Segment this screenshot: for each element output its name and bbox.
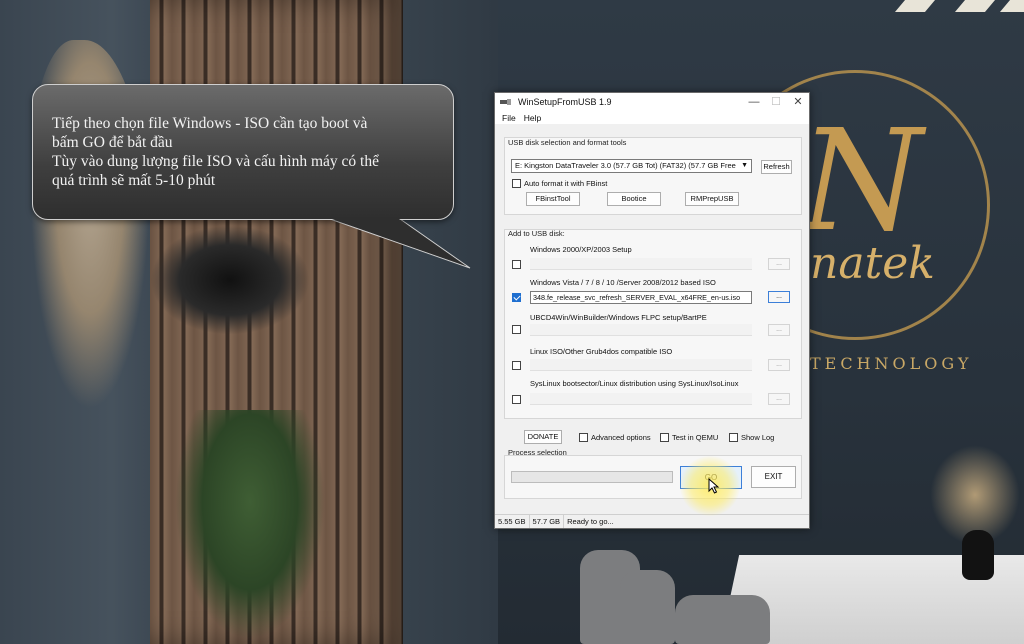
status-message: Ready to go...	[567, 517, 614, 526]
progress-bar	[511, 471, 673, 483]
callout-line: quá trình sẽ mất 5-10 phút	[52, 172, 216, 189]
window-title: WinSetupFromUSB 1.9	[518, 97, 612, 107]
auto-format-label: Auto format it with FBinst	[524, 179, 608, 188]
process-group-label: Process selection	[508, 448, 567, 457]
status-bar: 5.55 GB 57.7 GB Ready to go...	[495, 514, 809, 528]
source-path-vista-iso[interactable]: 348.fe_release_svc_refresh_SERVER_EVAL_x…	[530, 291, 752, 304]
callout-line: bấm GO để bắt đầu	[52, 134, 173, 151]
source-checkbox-vista-iso[interactable]	[512, 293, 521, 302]
mouse-pointer-icon	[708, 478, 720, 494]
source-checkbox-syslinux[interactable]	[512, 395, 521, 404]
source-checkbox-linux-iso[interactable]	[512, 361, 521, 370]
callout-text: Tiếp theo chọn file Windows - ISO cần tạ…	[52, 114, 432, 190]
test-qemu-label: Test in QEMU	[672, 433, 719, 442]
browse-button-syslinux[interactable]: ...	[768, 393, 790, 405]
source-label-linux-iso: Linux ISO/Other Grub4dos compatible ISO	[530, 347, 673, 356]
usb-group-label: USB disk selection and format tools	[508, 138, 627, 147]
source-label-syslinux: SysLinux bootsector/Linux distribution u…	[530, 379, 739, 388]
status-used-size: 5.55 GB	[495, 515, 530, 528]
winsetupfromusb-window: WinSetupFromUSB 1.9 — ☐ ✕ File Help USB …	[494, 92, 810, 529]
chevron-down-icon: ▼	[741, 162, 748, 169]
source-checkbox-ubcd[interactable]	[512, 325, 521, 334]
exit-button[interactable]: EXIT	[751, 466, 796, 488]
callout-line: Tùy vào dung lượng file ISO và cấu hình …	[52, 153, 379, 170]
status-total-size: 57.7 GB	[530, 515, 565, 528]
title-bar[interactable]: WinSetupFromUSB 1.9 — ☐ ✕	[495, 93, 809, 111]
usb-app-icon	[500, 99, 511, 105]
fbinsttool-button[interactable]: FBinstTool	[526, 192, 580, 206]
refresh-button[interactable]: Refresh	[761, 160, 792, 174]
bootice-button[interactable]: Bootice	[607, 192, 661, 206]
browse-button-vista-iso[interactable]: ...	[768, 291, 790, 303]
test-qemu-checkbox[interactable]	[660, 433, 669, 442]
source-label-vista-iso: Windows Vista / 7 / 8 / 10 /Server 2008/…	[530, 278, 716, 287]
add-group-label: Add to USB disk:	[508, 229, 565, 238]
source-path-linux-iso[interactable]	[530, 359, 752, 371]
close-icon[interactable]: ✕	[787, 93, 809, 111]
browse-button-linux-iso[interactable]: ...	[768, 359, 790, 371]
rmprepusb-button[interactable]: RMPrepUSB	[685, 192, 739, 206]
source-label-ubcd: UBCD4Win/WinBuilder/Windows FLPC setup/B…	[530, 313, 707, 322]
source-path-syslinux[interactable]	[530, 393, 752, 405]
auto-format-checkbox[interactable]	[512, 179, 521, 188]
menu-help[interactable]: Help	[524, 113, 541, 123]
maximize-icon[interactable]: ☐	[765, 93, 787, 111]
source-path-ubcd[interactable]	[530, 324, 752, 336]
donate-button[interactable]: DONATE	[524, 430, 562, 444]
usb-disk-select[interactable]: E: Kingston DataTraveler 3.0 (57.7 GB To…	[511, 159, 752, 173]
show-log-label: Show Log	[741, 433, 775, 442]
source-label-winxp: Windows 2000/XP/2003 Setup	[530, 245, 632, 254]
browse-button-winxp[interactable]: ...	[768, 258, 790, 270]
source-path-winxp[interactable]	[530, 258, 752, 270]
show-log-checkbox[interactable]	[729, 433, 738, 442]
callout-line: Tiếp theo chọn file Windows - ISO cần tạ…	[52, 115, 368, 132]
browse-button-ubcd[interactable]: ...	[768, 324, 790, 336]
advanced-options-label: Advanced options	[591, 433, 651, 442]
usb-disk-value: E: Kingston DataTraveler 3.0 (57.7 GB To…	[515, 161, 736, 170]
minimize-icon[interactable]: —	[743, 93, 765, 111]
menu-bar: File Help	[495, 111, 809, 124]
source-checkbox-winxp[interactable]	[512, 260, 521, 269]
advanced-options-checkbox[interactable]	[579, 433, 588, 442]
menu-file[interactable]: File	[502, 113, 516, 123]
